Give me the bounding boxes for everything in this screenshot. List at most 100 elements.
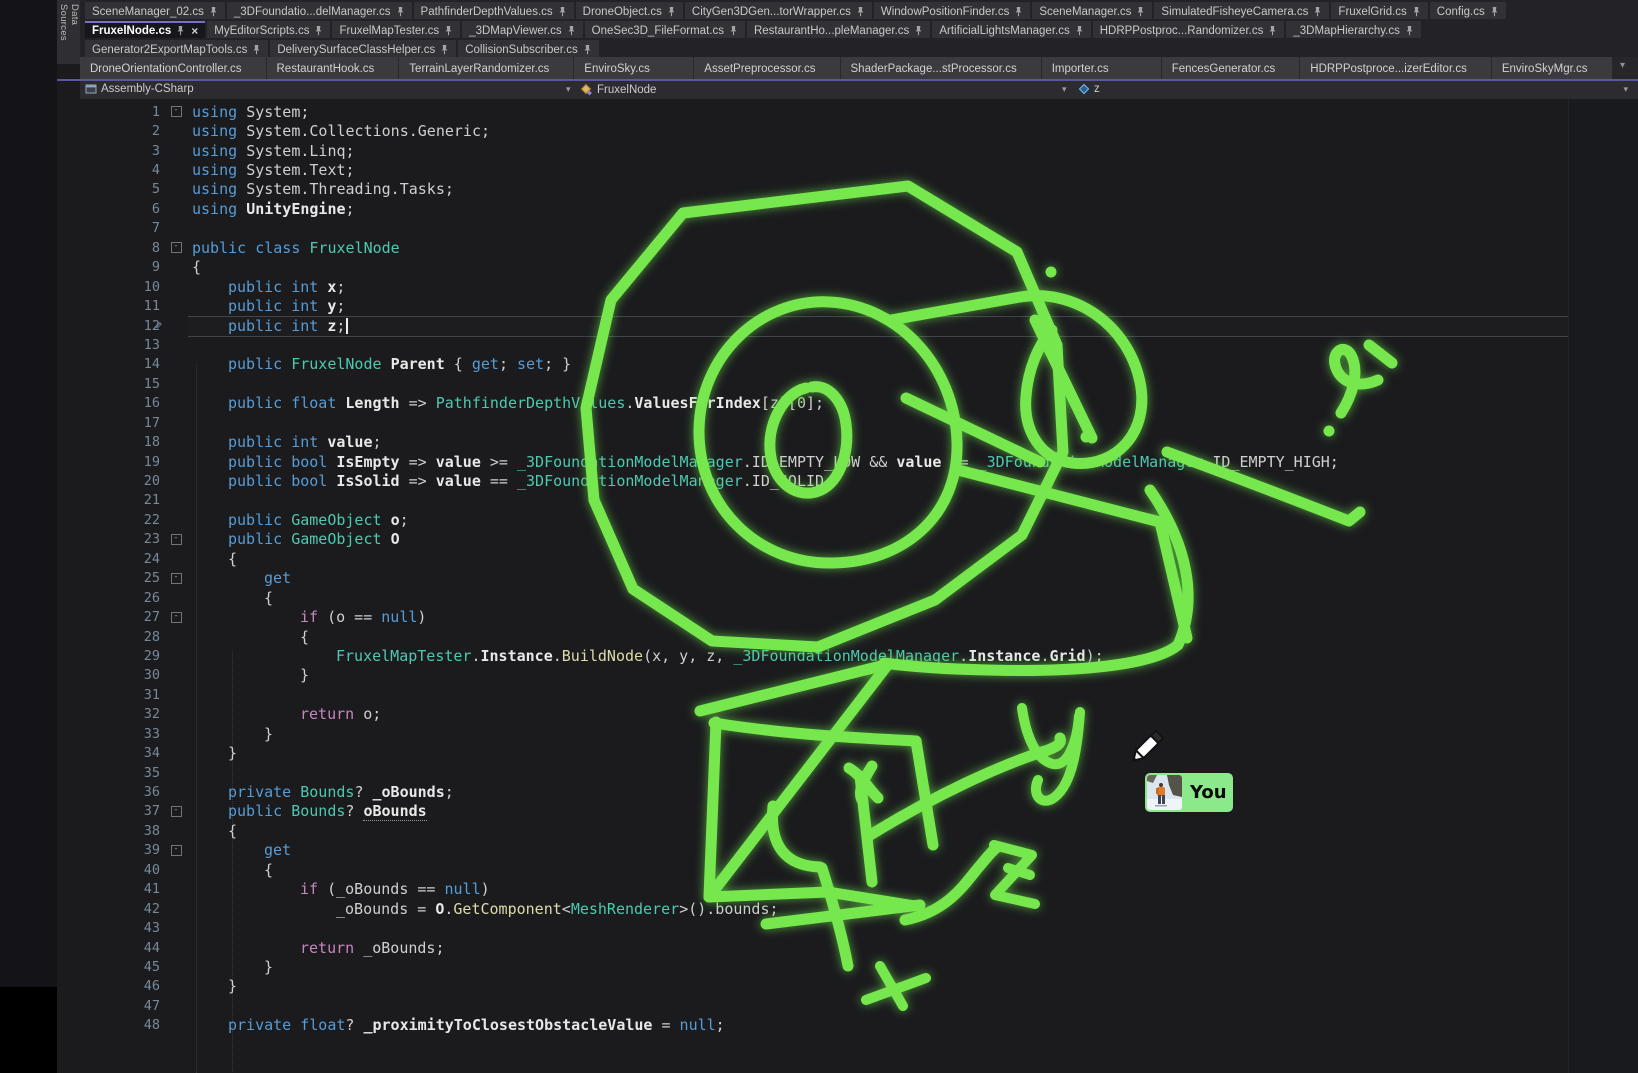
code-text[interactable]: using System.Linq;	[192, 142, 355, 160]
code-text[interactable]: public class FruxelNode	[192, 239, 400, 257]
data-sources-vertical-tab[interactable]: Data Sources	[57, 0, 80, 64]
code-line[interactable]: 14 public FruxelNode Parent { get; set; }	[57, 355, 1638, 374]
document-tab[interactable]: EnviroSky.cs	[574, 57, 694, 80]
code-line[interactable]: 12✎public int z;	[57, 316, 1638, 335]
code-text[interactable]: }	[192, 666, 309, 684]
code-line[interactable]: 5using System.Threading.Tasks;	[57, 180, 1638, 199]
code-line[interactable]: 16public float Length => PathfinderDepth…	[57, 394, 1638, 413]
code-text[interactable]: using System.Collections.Generic;	[192, 122, 490, 140]
line-number[interactable]: 39	[57, 842, 160, 858]
pin-icon[interactable]	[1075, 25, 1084, 36]
code-line[interactable]: 17	[57, 413, 1638, 432]
pin-icon[interactable]	[1412, 6, 1421, 17]
collapse-box-icon[interactable]: -	[171, 106, 182, 117]
pin-icon[interactable]	[583, 44, 592, 55]
code-line[interactable]: 25-get	[57, 569, 1638, 588]
code-line[interactable]: 38{	[57, 821, 1638, 840]
document-tab[interactable]: PathfinderDepthValues.cs	[414, 2, 574, 19]
line-number[interactable]: 3	[57, 143, 160, 159]
line-number[interactable]: 19	[57, 454, 160, 470]
pin-icon[interactable]	[667, 6, 676, 17]
code-line[interactable]: 29 FruxelMapTester.Instance.BuildNode(x, …	[57, 646, 1638, 665]
code-text[interactable]: {	[192, 822, 237, 840]
code-text[interactable]: using System.Threading.Tasks;	[192, 180, 454, 198]
line-number[interactable]: 4	[57, 162, 160, 178]
line-number[interactable]: 30	[57, 667, 160, 683]
line-number[interactable]: 14	[57, 356, 160, 372]
line-number[interactable]: 25	[57, 570, 160, 586]
code-line[interactable]: 30}	[57, 666, 1638, 685]
code-line[interactable]: 9{	[57, 258, 1638, 277]
code-text[interactable]: public FruxelNode Parent { get; set; }	[192, 355, 571, 373]
document-tab[interactable]: SceneManager.cs	[1032, 2, 1152, 19]
code-text[interactable]: {	[192, 550, 237, 568]
code-line[interactable]: 22public GameObject o;	[57, 510, 1638, 529]
code-text[interactable]: using System;	[192, 103, 309, 121]
document-tab[interactable]: CityGen3DGen...torWrapper.cs	[685, 2, 872, 19]
line-number[interactable]: 20	[57, 473, 160, 489]
code-line[interactable]: 24{	[57, 549, 1638, 568]
line-number[interactable]: 29	[57, 648, 160, 664]
code-text[interactable]: FruxelMapTester.Instance.BuildNode(x, y,…	[192, 647, 1104, 665]
document-tab[interactable]: SceneManager_02.cs	[85, 2, 225, 19]
document-tab[interactable]: RestaurantHook.cs	[267, 57, 400, 80]
code-line[interactable]: 37-public Bounds? oBounds	[57, 802, 1638, 821]
line-number[interactable]: 27	[57, 609, 160, 625]
code-line[interactable]: 46}	[57, 977, 1638, 996]
code-line[interactable]: 23-public GameObject O	[57, 530, 1638, 549]
line-number[interactable]: 47	[57, 998, 160, 1014]
document-tab[interactable]: Config.cs	[1430, 2, 1506, 19]
code-line[interactable]: 26{	[57, 588, 1638, 607]
code-text[interactable]: public float Length => PathfinderDepthVa…	[192, 394, 824, 412]
line-number[interactable]: 18	[57, 434, 160, 450]
line-number[interactable]: 46	[57, 978, 160, 994]
close-icon[interactable]: ×	[191, 26, 198, 36]
line-number[interactable]: 44	[57, 940, 160, 956]
code-line[interactable]: 28{	[57, 627, 1638, 646]
code-text[interactable]: if (_oBounds == null)	[192, 880, 490, 898]
document-tab[interactable]: _3DFoundatio...delManager.cs	[227, 2, 412, 19]
line-number[interactable]: 26	[57, 590, 160, 606]
code-line[interactable]: 48private float? _proximityToClosestObst…	[57, 1016, 1638, 1035]
fold-margin[interactable]: -	[160, 242, 192, 253]
code-text[interactable]: return o;	[192, 705, 381, 723]
code-text[interactable]: public bool IsEmpty => value >= _3DFound…	[192, 453, 1339, 471]
document-tab[interactable]: MyEditorScripts.cs	[207, 21, 330, 38]
breadcrumb-dropdown-arrow[interactable]: ▾	[1062, 84, 1067, 95]
code-line[interactable]: 40{	[57, 860, 1638, 879]
code-line[interactable]: 11 public int y;	[57, 296, 1638, 315]
code-text[interactable]: get	[192, 569, 291, 587]
line-number[interactable]: 28	[57, 629, 160, 645]
code-text[interactable]: }	[192, 977, 237, 995]
document-tab[interactable]: DeliverySurfaceClassHelper.cs	[270, 40, 456, 57]
document-tab[interactable]: AssetPreprocessor.cs	[694, 57, 840, 80]
line-number[interactable]: 13	[57, 337, 160, 353]
pin-icon[interactable]	[209, 6, 218, 17]
collapse-box-icon[interactable]: -	[171, 845, 182, 856]
code-text[interactable]: using System.Text;	[192, 161, 355, 179]
pin-icon[interactable]	[558, 6, 567, 17]
line-number[interactable]: 42	[57, 901, 160, 917]
line-number[interactable]: 10	[57, 279, 160, 295]
pin-icon[interactable]	[856, 6, 865, 17]
collapse-box-icon[interactable]: -	[171, 612, 182, 623]
document-tab[interactable]: EnviroSkyMgr.cs	[1492, 57, 1613, 80]
code-text[interactable]: {	[192, 258, 201, 276]
code-line[interactable]: 43	[57, 918, 1638, 937]
document-tab[interactable]: TerrainLayerRandomizer.cs	[399, 57, 574, 80]
line-number[interactable]: 31	[57, 687, 160, 703]
line-number[interactable]: 48	[57, 1017, 160, 1033]
line-number[interactable]: 8	[57, 240, 160, 256]
code-line[interactable]: 44return _oBounds;	[57, 938, 1638, 957]
code-lines[interactable]: 1-using System;2using System.Collections…	[57, 102, 1638, 1035]
document-tab[interactable]: OneSec3D_FileFormat.cs	[585, 21, 745, 38]
code-text[interactable]: public int z;	[192, 317, 348, 335]
code-text[interactable]: public int y;	[192, 297, 345, 315]
code-line[interactable]: 39-get	[57, 841, 1638, 860]
line-number[interactable]: 9	[57, 259, 160, 275]
document-tab[interactable]: Generator2ExportMapTools.cs	[85, 40, 268, 57]
line-number[interactable]: 2	[57, 123, 160, 139]
line-number[interactable]: 11	[57, 298, 160, 314]
line-number[interactable]: 12	[57, 318, 160, 334]
editor-right-gutter[interactable]	[1568, 99, 1638, 1073]
